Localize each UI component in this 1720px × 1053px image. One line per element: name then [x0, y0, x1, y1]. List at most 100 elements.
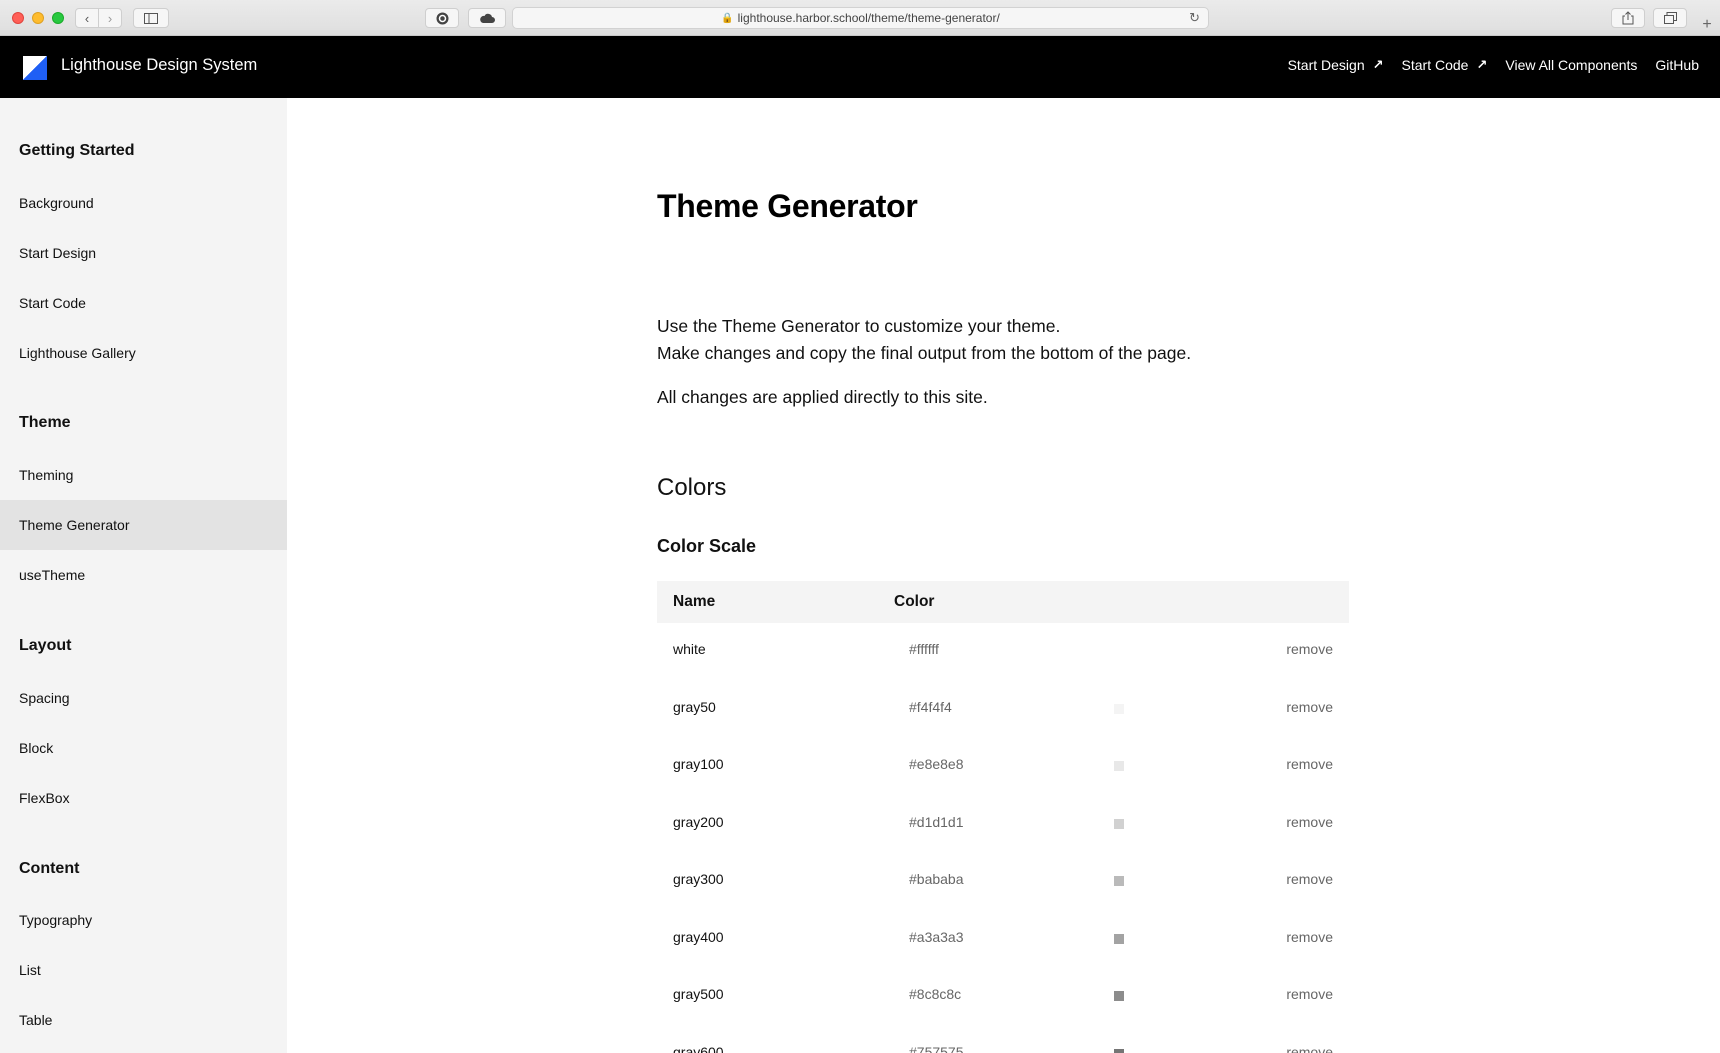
- color-swatch[interactable]: [1114, 818, 1124, 829]
- share-icon: [1622, 11, 1634, 25]
- sidebar-item-label: Table: [19, 1012, 53, 1028]
- sidebar-section-layout: Layout: [19, 637, 72, 654]
- color-swatch[interactable]: [1114, 876, 1124, 886]
- sidebar-item-list[interactable]: List: [0, 945, 287, 995]
- close-window-button[interactable]: [12, 12, 24, 24]
- color-name-input[interactable]: white: [673, 641, 706, 657]
- sidebar-item-table[interactable]: Table: [0, 995, 287, 1045]
- remove-color-button[interactable]: remove: [1286, 871, 1333, 887]
- sidebar-item-start-design[interactable]: Start Design: [0, 228, 287, 278]
- sidebar-item-theming[interactable]: Theming: [0, 450, 287, 500]
- sidebar-item-label: FlexBox: [19, 790, 70, 806]
- remove-color-button[interactable]: remove: [1286, 986, 1333, 1002]
- remove-color-button[interactable]: remove: [1286, 641, 1333, 657]
- plus-icon: +: [1702, 16, 1712, 33]
- sidebar-item-background[interactable]: Background: [0, 178, 287, 228]
- minimize-window-button[interactable]: [32, 12, 44, 24]
- color-hex-input[interactable]: #bababa: [909, 871, 964, 887]
- sidebar-item-label: Lighthouse Gallery: [19, 345, 136, 361]
- color-hex-input[interactable]: #ffffff: [909, 641, 939, 657]
- intro-text-line3: All changes are applied directly to this…: [657, 387, 988, 407]
- color-scale-heading: Color Scale: [657, 536, 757, 556]
- table-row: gray400 #a3a3a3 remove: [657, 911, 1349, 968]
- lighthouse-logo[interactable]: [23, 56, 47, 80]
- address-bar[interactable]: 🔒 lighthouse.harbor.school/theme/theme-g…: [512, 7, 1209, 29]
- nav-label: GitHub: [1655, 57, 1699, 73]
- extension-grammarly-button[interactable]: [425, 8, 459, 28]
- sidebar-item-lighthouse-gallery[interactable]: Lighthouse Gallery: [0, 328, 287, 378]
- url-text: lighthouse.harbor.school/theme/theme-gen…: [737, 11, 1000, 25]
- table-row: gray200 #d1d1d1 remove: [657, 796, 1349, 853]
- color-swatch[interactable]: [1114, 703, 1124, 714]
- color-name-input[interactable]: gray300: [673, 871, 724, 887]
- color-hex-input[interactable]: #a3a3a3: [909, 929, 964, 945]
- color-hex-input[interactable]: #d1d1d1: [909, 814, 964, 830]
- color-name-input[interactable]: gray50: [673, 699, 716, 715]
- color-swatch[interactable]: [1114, 933, 1124, 944]
- table-row: gray300 #bababa remove: [657, 853, 1349, 910]
- intro-text-line2: Make changes and copy the final output f…: [657, 343, 1192, 363]
- remove-color-button[interactable]: remove: [1286, 1044, 1333, 1053]
- column-header-color: Color: [894, 593, 935, 610]
- nav-label: Start Design: [1287, 57, 1365, 73]
- color-name-input[interactable]: gray100: [673, 756, 724, 772]
- sidebar-item-usetheme[interactable]: useTheme: [0, 550, 287, 600]
- table-row: gray100 #e8e8e8 remove: [657, 738, 1349, 795]
- sidebar-item-block[interactable]: Block: [0, 723, 287, 773]
- sidebar-item-label: Theme Generator: [19, 517, 130, 533]
- remove-color-button[interactable]: remove: [1286, 929, 1333, 945]
- share-button[interactable]: [1611, 8, 1645, 28]
- sidebar-section-content: Content: [19, 860, 80, 877]
- intro-text-line1: Use the Theme Generator to customize you…: [657, 316, 1061, 336]
- page-title: Theme Generator: [657, 188, 918, 224]
- sidebar-item-label: Typography: [19, 912, 93, 928]
- color-swatch[interactable]: [1114, 761, 1124, 771]
- remove-color-button[interactable]: remove: [1286, 756, 1333, 772]
- color-hex-input[interactable]: #f4f4f4: [909, 699, 952, 715]
- reload-icon[interactable]: ↻: [1189, 10, 1200, 26]
- sidebar-section-getting-started: Getting Started: [19, 142, 135, 159]
- color-swatch[interactable]: [1114, 991, 1124, 1001]
- new-tab-button[interactable]: +: [1697, 14, 1717, 36]
- remove-color-button[interactable]: remove: [1286, 814, 1333, 830]
- table-header: Name Color: [657, 581, 1349, 623]
- color-name-input[interactable]: gray600: [673, 1044, 724, 1053]
- color-name-input[interactable]: gray500: [673, 986, 724, 1002]
- main-content: Theme Generator Use the Theme Generator …: [287, 98, 1720, 1053]
- table-row: gray500 #8c8c8c remove: [657, 968, 1349, 1025]
- color-name-input[interactable]: gray200: [673, 814, 724, 830]
- extension-cloud-button[interactable]: [468, 8, 506, 28]
- sidebar-item-label: List: [19, 962, 41, 978]
- remove-color-button[interactable]: remove: [1286, 699, 1333, 715]
- sidebar-item-start-code[interactable]: Start Code: [0, 278, 287, 328]
- zoom-window-button[interactable]: [52, 12, 64, 24]
- sidebar-icon: [144, 12, 158, 24]
- cloud-icon: [480, 13, 495, 23]
- color-swatch[interactable]: [1114, 646, 1124, 656]
- color-hex-input[interactable]: #757575: [909, 1044, 964, 1053]
- nav-start-code[interactable]: Start Code ↗: [1402, 57, 1488, 73]
- sidebar-item-label: Theming: [19, 467, 74, 483]
- nav-start-design[interactable]: Start Design ↗: [1288, 57, 1384, 73]
- back-button[interactable]: ‹: [75, 8, 99, 28]
- nav-view-all-components[interactable]: View All Components: [1505, 57, 1637, 73]
- color-hex-input[interactable]: #e8e8e8: [909, 756, 964, 772]
- brand-name[interactable]: Lighthouse Design System: [61, 56, 257, 75]
- sidebar-item-label: Block: [19, 740, 54, 756]
- sidebar-item-typography[interactable]: Typography: [0, 895, 287, 945]
- color-hex-input[interactable]: #8c8c8c: [909, 986, 961, 1002]
- sidebar-item-flexbox[interactable]: FlexBox: [0, 773, 287, 823]
- sidebar-toggle-button[interactable]: [133, 8, 169, 28]
- color-name-input[interactable]: gray400: [673, 929, 724, 945]
- external-link-icon: ↗: [1476, 57, 1488, 72]
- color-scale-table: Name Color white #ffffff remove gray50 #f4f4…: [657, 581, 1349, 1053]
- color-swatch[interactable]: [1114, 1048, 1124, 1053]
- forward-button[interactable]: ›: [98, 8, 122, 28]
- sidebar-item-theme-generator[interactable]: Theme Generator: [0, 500, 287, 550]
- nav-github[interactable]: GitHub: [1655, 57, 1699, 73]
- sidebar: Getting Started Background Start Design …: [0, 98, 287, 1053]
- tabs-icon: [1663, 12, 1677, 24]
- sidebar-item-spacing[interactable]: Spacing: [0, 673, 287, 723]
- nav-label: Start Code: [1401, 57, 1469, 73]
- tab-overview-button[interactable]: [1653, 8, 1687, 28]
